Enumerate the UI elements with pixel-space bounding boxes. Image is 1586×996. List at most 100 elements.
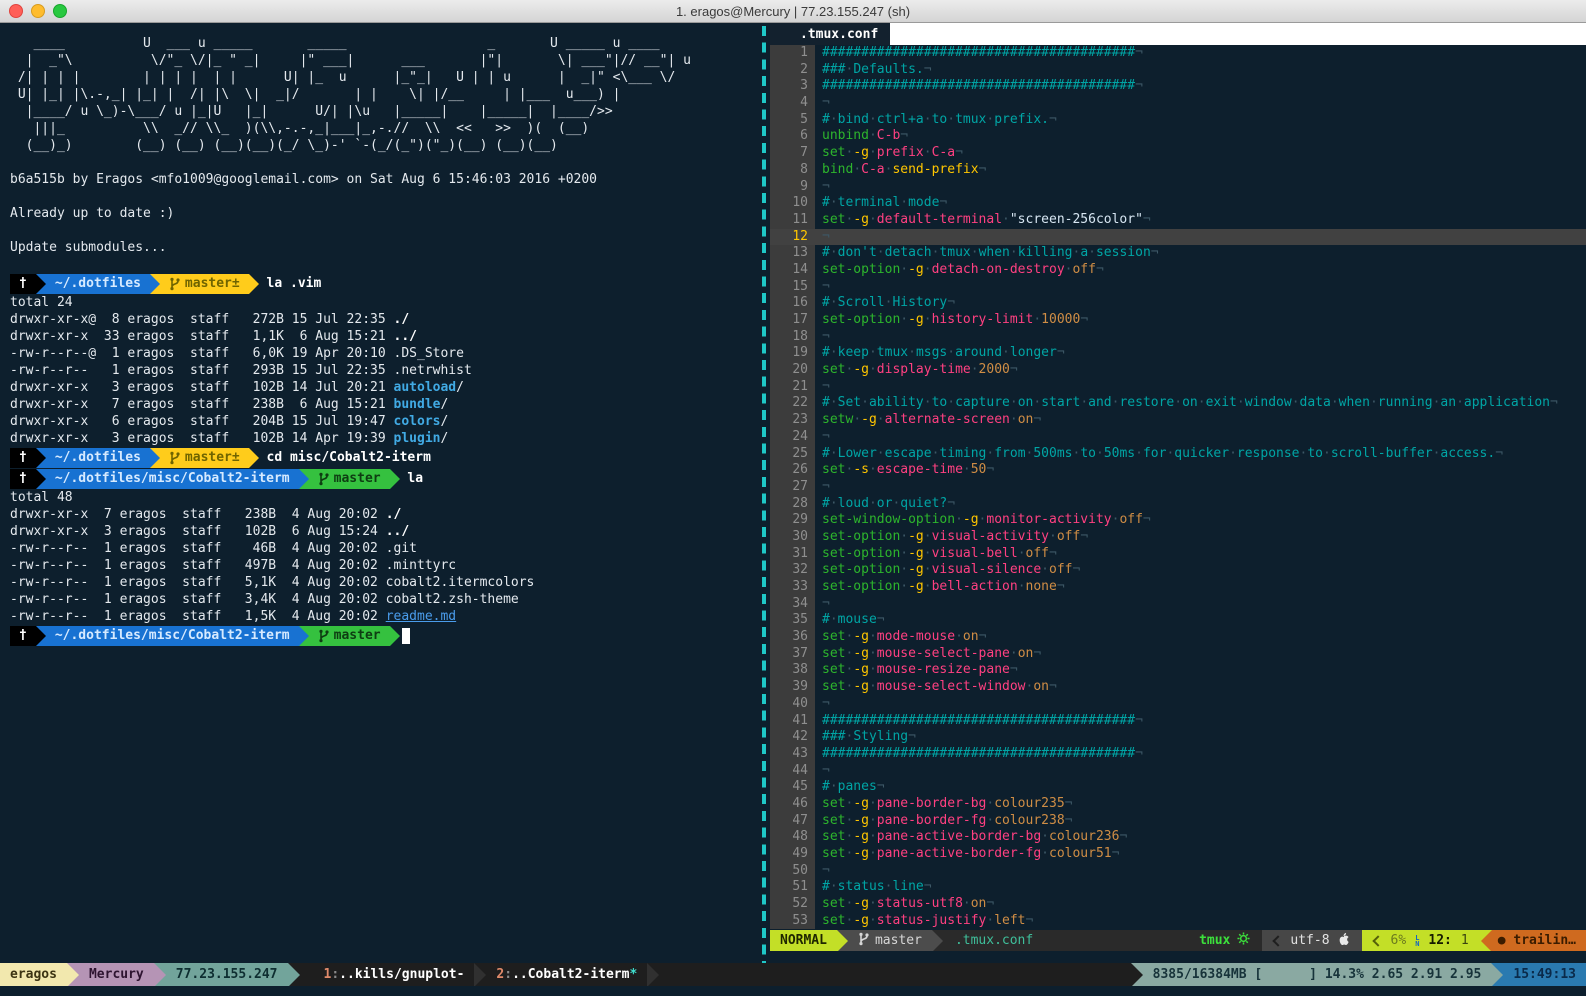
powerline-arrow [299, 469, 309, 489]
terminal-line: drwxr-xr-x 3 eragos staff 102B 6 Aug 15:… [10, 523, 758, 540]
code-token: on [1182, 395, 1198, 410]
line-number: 19 [770, 345, 815, 362]
git-branch-icon [858, 932, 869, 950]
code-token: -g [853, 679, 869, 694]
terminal-text: -rw-r--r--@ 1 eragos staff 6,0K 19 Apr 2… [10, 346, 464, 361]
terminal-text: ./ [394, 312, 410, 327]
whitespace-dot: · [861, 395, 869, 410]
block-cursor [402, 628, 410, 644]
titlebar[interactable]: 1. eragos@Mercury | 77.23.155.247 (sh) [0, 0, 1586, 23]
code-token: colour236 [1049, 829, 1119, 844]
whitespace-dot: · [1018, 579, 1026, 594]
tmux-status-segment: 8385/16384MB [ ] 14.3% 2.65 2.91 2.95 [1143, 963, 1492, 986]
whitespace-dot: · [1292, 395, 1300, 410]
line-number: 25 [770, 446, 815, 463]
line-number: 42 [770, 729, 815, 746]
line-number: 44 [770, 763, 815, 780]
eol-marker: ¬ [877, 612, 885, 627]
vim-line-text: set·-g·pane-active-border-bg·colour236¬ [815, 829, 1586, 846]
eol-marker: ¬ [1112, 846, 1120, 861]
vim-line: 17set-option·-g·history-limit·10000¬ [770, 312, 1586, 329]
whitespace-dot: · [830, 395, 838, 410]
code-token: -g [853, 913, 869, 928]
line-number: 2 [770, 62, 815, 79]
line-number-icon: LN [1415, 935, 1419, 947]
pane-divider[interactable] [758, 23, 770, 963]
statusline-plugin: tmux [1187, 930, 1262, 951]
code-token: escape-time [877, 462, 963, 477]
code-token: tmux [955, 112, 986, 127]
vim-line-text: ###·Defaults.¬ [815, 62, 1586, 79]
terminal-line: -rw-r--r-- 1 eragos staff 46B 4 Aug 20:0… [10, 540, 758, 557]
tmux-window-2[interactable]: 2:..Cobalt2-iterm* [486, 967, 647, 982]
vim-line-text: #·don't·detach·tmux·when·killing·a·sessi… [815, 245, 1586, 262]
eol-marker: ¬ [822, 179, 830, 194]
whitespace-dot: · [971, 362, 979, 377]
code-token: mouse-resize-pane [877, 662, 1010, 677]
vim-line: 39set·-g·mouse-select-window·on¬ [770, 679, 1586, 696]
window-colon: : [331, 967, 339, 982]
vim-cmdline [770, 951, 1586, 963]
whitespace-dot: · [1002, 345, 1010, 360]
vim-buffer[interactable]: 1#######################################… [770, 45, 1586, 930]
code-token: "screen-256color" [1010, 212, 1143, 227]
terminal-line: |____/ u \_)-\___/ u |_|U |_| U/| |\u |_… [10, 103, 758, 120]
terminal-text: drwxr-xr-x@ 8 eragos staff 272B 15 Jul 2… [10, 312, 394, 327]
terminal-text: bundle [394, 397, 441, 412]
code-token: -g [861, 412, 877, 427]
vim-line-text: ¬ [815, 279, 1586, 296]
eol-marker: ¬ [1049, 679, 1057, 694]
line-number: 22 [770, 395, 815, 412]
terminal-text: drwxr-xr-x 3 eragos staff 102B 6 Aug 15:… [10, 524, 386, 539]
code-token: setw [822, 412, 853, 427]
vim-tab-tmux-conf[interactable]: .tmux.conf [788, 23, 890, 45]
vim-line: 31set-option·-g·visual-bell·off¬ [770, 546, 1586, 563]
code-token: session [1096, 245, 1151, 260]
whitespace-dot: · [869, 212, 877, 227]
tmux-window-1[interactable]: 1:..kills/gnuplot- [314, 967, 475, 982]
line-number: 45 [770, 779, 815, 796]
code-token: mouse [838, 612, 877, 627]
vim-line: 20set·-g·display-time·2000¬ [770, 362, 1586, 379]
vim-line-text: set·-g·mouse-resize-pane¬ [815, 662, 1586, 679]
line-number: 30 [770, 529, 815, 546]
active-window-flag: * [629, 967, 637, 982]
whitespace-dot: · [869, 829, 877, 844]
vim-line: 50¬ [770, 863, 1586, 880]
vim-line: 6unbind·C-b¬ [770, 128, 1586, 145]
terminal-line: †~/.dotfilesmaster± la .vim [10, 273, 758, 294]
terminal-line: drwxr-xr-x 3 eragos staff 102B 14 Apr 19… [10, 430, 758, 447]
line-number: 10 [770, 195, 815, 212]
tmux-status-spacer [659, 963, 1130, 986]
code-token: set [822, 796, 845, 811]
vim-line-text: ###·Styling¬ [815, 729, 1586, 746]
statusline-git-branch: master [848, 930, 932, 951]
terminal-line: Update submodules... [10, 239, 758, 256]
code-token: loud [838, 496, 869, 511]
vim-line-text: set-option·-g·visual-silence·off¬ [815, 562, 1586, 579]
code-token: response [1237, 446, 1300, 461]
line-number: 28 [770, 496, 815, 513]
vim-line: 8bind·C-a·send-prefix¬ [770, 162, 1586, 179]
vim-line: 1#######################################… [770, 45, 1586, 62]
code-token: -g [853, 362, 869, 377]
vim-pane[interactable]: .tmux.conf 1############################… [770, 23, 1586, 963]
shell-pane[interactable]: ____ U ___ u _____ _____ _ U _____ u ___… [0, 23, 758, 963]
vim-line-text: set·-g·prefix·C-a¬ [815, 145, 1586, 162]
vim-line: 22#·Set·ability·to·capture·on·start·and·… [770, 395, 1586, 412]
code-token: ######################################## [822, 45, 1135, 60]
readme-link[interactable]: readme.md [386, 609, 456, 624]
terminal-text: /| | | | | | | | | | U| |_ u |_"_| U | |… [10, 70, 675, 85]
code-token: colour235 [994, 796, 1064, 811]
code-token: ability [869, 395, 924, 410]
code-token: bell-action [932, 579, 1018, 594]
vim-line-text: #·terminal·mode¬ [815, 195, 1586, 212]
vim-line-text: set·-g·display-time·2000¬ [815, 362, 1586, 379]
terminal-text: drwxr-xr-x 33 eragos staff 1,1K 6 Aug 15… [10, 329, 394, 344]
code-token: 50ms [1104, 446, 1135, 461]
code-token: set-option [822, 262, 900, 277]
code-token: set [822, 829, 845, 844]
whitespace-dot: · [869, 145, 877, 160]
vim-line-text: ¬ [815, 329, 1586, 346]
terminal-line: Already up to date :) [10, 205, 758, 222]
